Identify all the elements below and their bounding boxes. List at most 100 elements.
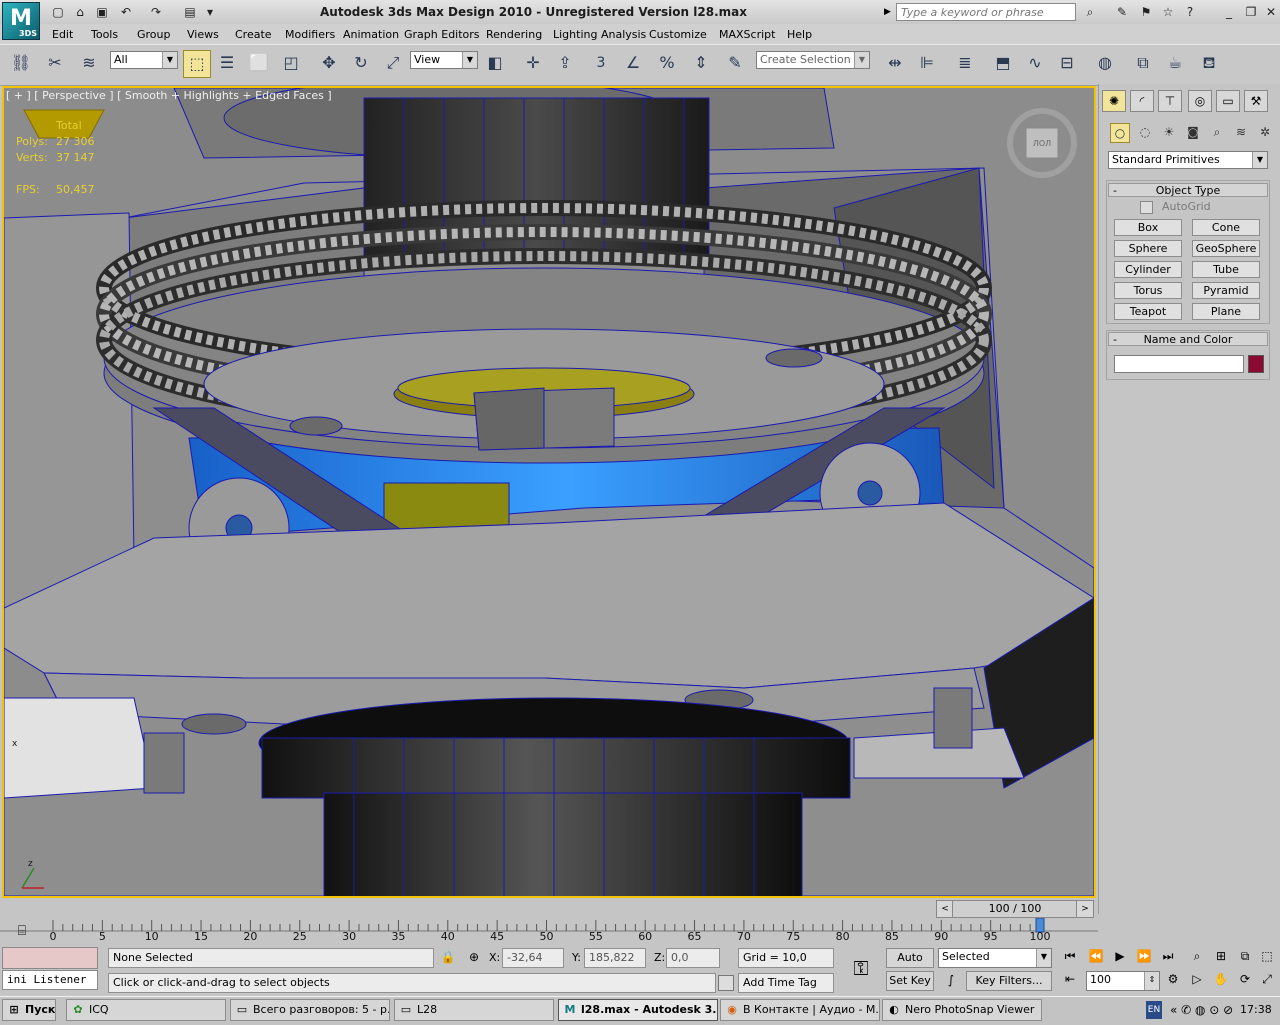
communication-center-icon[interactable]: ✎ xyxy=(1112,3,1132,22)
x-coordinate-field[interactable]: -32,64 xyxy=(502,948,564,968)
menu-edit[interactable]: Edit xyxy=(52,28,73,41)
plane-button[interactable]: Plane xyxy=(1192,303,1260,320)
name-and-color-title[interactable]: - Name and Color xyxy=(1108,332,1268,346)
curve-editor-icon[interactable]: ∿ xyxy=(1022,50,1048,76)
box-button[interactable]: Box xyxy=(1114,219,1182,236)
search-expand-icon[interactable]: ▶ xyxy=(884,4,894,20)
select-and-link-icon[interactable]: ⛓ xyxy=(8,50,34,76)
satellite-icon[interactable]: ⚑ xyxy=(1136,3,1156,22)
rendered-frame-window-icon[interactable]: ☕ xyxy=(1162,50,1188,76)
rectangular-selection-icon[interactable]: ⬜ xyxy=(246,50,272,76)
set-key-button[interactable]: Set Key xyxy=(886,971,934,991)
project-folder-icon[interactable]: ▤ xyxy=(180,3,200,22)
pivot-center-icon[interactable]: ◧ xyxy=(482,50,508,76)
geosphere-button[interactable]: GeoSphere xyxy=(1192,240,1260,257)
perspective-viewport[interactable]: ЛОЛ z x xyxy=(2,86,1096,898)
key-mode-dropdown[interactable]: Selected ▼ xyxy=(938,948,1052,968)
menu-create[interactable]: Create xyxy=(235,28,272,41)
previous-key-icon[interactable]: ⏪ xyxy=(1086,949,1106,967)
orbit-icon[interactable]: ⟳ xyxy=(1236,972,1254,990)
pan-view-icon[interactable]: ✋ xyxy=(1212,972,1230,990)
go-to-start-icon[interactable]: ⏮ xyxy=(1060,949,1080,967)
language-indicator[interactable]: EN xyxy=(1146,1001,1162,1019)
bind-space-warp-icon[interactable]: ≋ xyxy=(76,50,102,76)
taskbar-item-icq[interactable]: ✿ ICQ xyxy=(66,999,226,1021)
shapes-icon[interactable]: ◌ xyxy=(1136,123,1154,141)
spinner-snap-icon[interactable]: ⇕ xyxy=(688,50,714,76)
taskbar-item-nero[interactable]: ◐ Nero PhotoSnap Viewer xyxy=(882,999,1042,1021)
menu-tools[interactable]: Tools xyxy=(91,28,118,41)
taskbar-item-firefox[interactable]: ◉ В Контакте | Аудио - М... xyxy=(720,999,880,1021)
primitive-type-dropdown[interactable]: Standard Primitives ▼ xyxy=(1108,151,1268,169)
object-type-title[interactable]: - Object Type xyxy=(1108,183,1268,197)
viewcube-label[interactable]: ЛОЛ xyxy=(1033,139,1051,148)
viewport-label[interactable]: [ + ] [ Perspective ] [ Smooth + Highlig… xyxy=(6,89,332,102)
minimize-icon[interactable]: _ xyxy=(1220,4,1238,20)
set-key-icon[interactable]: ⚿ xyxy=(846,955,876,981)
snaps-toggle-icon[interactable]: 3 xyxy=(588,50,614,76)
search-input[interactable]: Type a keyword or phrase xyxy=(896,3,1076,21)
taskbar-item-chat[interactable]: ▭ Всего разговоров: 5 - р... xyxy=(230,999,390,1021)
object-name-input[interactable] xyxy=(1114,355,1244,373)
select-and-move-icon[interactable]: ✥ xyxy=(316,50,342,76)
current-frame-field[interactable]: 100 ⇕ xyxy=(1086,971,1160,991)
cone-button[interactable]: Cone xyxy=(1192,219,1260,236)
z-coordinate-field[interactable]: 0,0 xyxy=(666,948,720,968)
undo-icon[interactable]: ↶ xyxy=(116,3,136,22)
unlink-icon[interactable]: ✂ xyxy=(42,50,68,76)
teapot-button[interactable]: Teapot xyxy=(1114,303,1182,320)
lock-selection-icon[interactable]: 🔒 xyxy=(440,950,456,966)
render-production-icon[interactable]: ⛾ xyxy=(1196,50,1222,76)
selection-filter-dropdown[interactable]: All ▼ xyxy=(110,51,178,69)
utilities-tab-icon[interactable]: ⚒ xyxy=(1244,90,1268,112)
binoculars-icon[interactable]: ⌕ xyxy=(1080,3,1100,22)
viewport-view-name[interactable]: [ Perspective ] xyxy=(34,89,113,102)
autogrid-checkbox[interactable] xyxy=(1140,201,1153,214)
schematic-view-icon[interactable]: ⊟ xyxy=(1054,50,1080,76)
percent-snap-icon[interactable]: % xyxy=(654,50,680,76)
lights-icon[interactable]: ☀ xyxy=(1160,123,1178,141)
graphite-modeling-tools-icon[interactable]: ⬒ xyxy=(990,50,1016,76)
go-to-end-icon[interactable]: ⏭ xyxy=(1158,949,1178,967)
restore-icon[interactable]: ❐ xyxy=(1242,4,1260,20)
time-tag-checkbox[interactable] xyxy=(718,975,734,991)
next-frame-icon[interactable]: > xyxy=(1076,900,1094,918)
auto-key-button[interactable]: Auto Key xyxy=(886,948,934,982)
cameras-icon[interactable]: ◙ xyxy=(1184,123,1202,141)
material-editor-icon[interactable]: ◍ xyxy=(1092,50,1118,76)
quick-access-dropdown-icon[interactable]: ▾ xyxy=(200,3,220,22)
key-filters-button[interactable]: Key Filters... xyxy=(966,971,1052,991)
menu-group[interactable]: Group xyxy=(137,28,171,41)
render-setup-icon[interactable]: ⧉ xyxy=(1130,50,1156,76)
time-configuration-icon[interactable]: ⚙ xyxy=(1164,972,1182,990)
new-file-icon[interactable]: ▢ xyxy=(48,3,68,22)
play-icon[interactable]: ▶ xyxy=(1110,949,1130,967)
reference-coordinate-dropdown[interactable]: View ▼ xyxy=(410,51,478,69)
sphere-button[interactable]: Sphere xyxy=(1114,240,1182,257)
menu-rendering[interactable]: Rendering xyxy=(486,28,542,41)
menu-help[interactable]: Help xyxy=(787,28,812,41)
edit-named-selection-icon[interactable]: ✎ xyxy=(722,50,748,76)
field-of-view-icon[interactable]: ▷ xyxy=(1188,972,1206,990)
helpers-icon[interactable]: ⌕ xyxy=(1208,123,1226,141)
add-time-tag-button[interactable]: Add Time Tag xyxy=(738,973,834,993)
select-object-icon[interactable]: ⬚ xyxy=(183,50,211,78)
select-manipulate-icon[interactable]: ✛ xyxy=(520,50,546,76)
menu-graph-editors[interactable]: Graph Editors xyxy=(404,28,480,41)
select-and-rotate-icon[interactable]: ↻ xyxy=(348,50,374,76)
window-crossing-icon[interactable]: ◰ xyxy=(278,50,304,76)
viewport-shading-mode[interactable]: [ Smooth + Highlights + Edged Faces ] xyxy=(117,89,332,102)
favorites-icon[interactable]: ☆ xyxy=(1158,3,1178,22)
close-icon[interactable]: ✕ xyxy=(1262,4,1280,20)
systems-icon[interactable]: ✲ xyxy=(1256,123,1274,141)
zoom-extents-icon[interactable]: ⧉ xyxy=(1236,949,1254,967)
menu-modifiers[interactable]: Modifiers xyxy=(285,28,335,41)
viewport-menu-plus[interactable]: [ + ] xyxy=(6,89,31,102)
default-tangent-icon[interactable]: ∫ xyxy=(942,973,960,991)
keyboard-shortcut-override-icon[interactable]: ⇪ xyxy=(552,50,578,76)
mini-curve-editor-icon[interactable]: ⌸ xyxy=(12,921,32,941)
next-key-icon[interactable]: ⏩ xyxy=(1134,949,1154,967)
motion-tab-icon[interactable]: ◎ xyxy=(1188,90,1212,112)
y-coordinate-field[interactable]: 185,822 xyxy=(584,948,646,968)
help-icon[interactable]: ? xyxy=(1180,3,1200,22)
